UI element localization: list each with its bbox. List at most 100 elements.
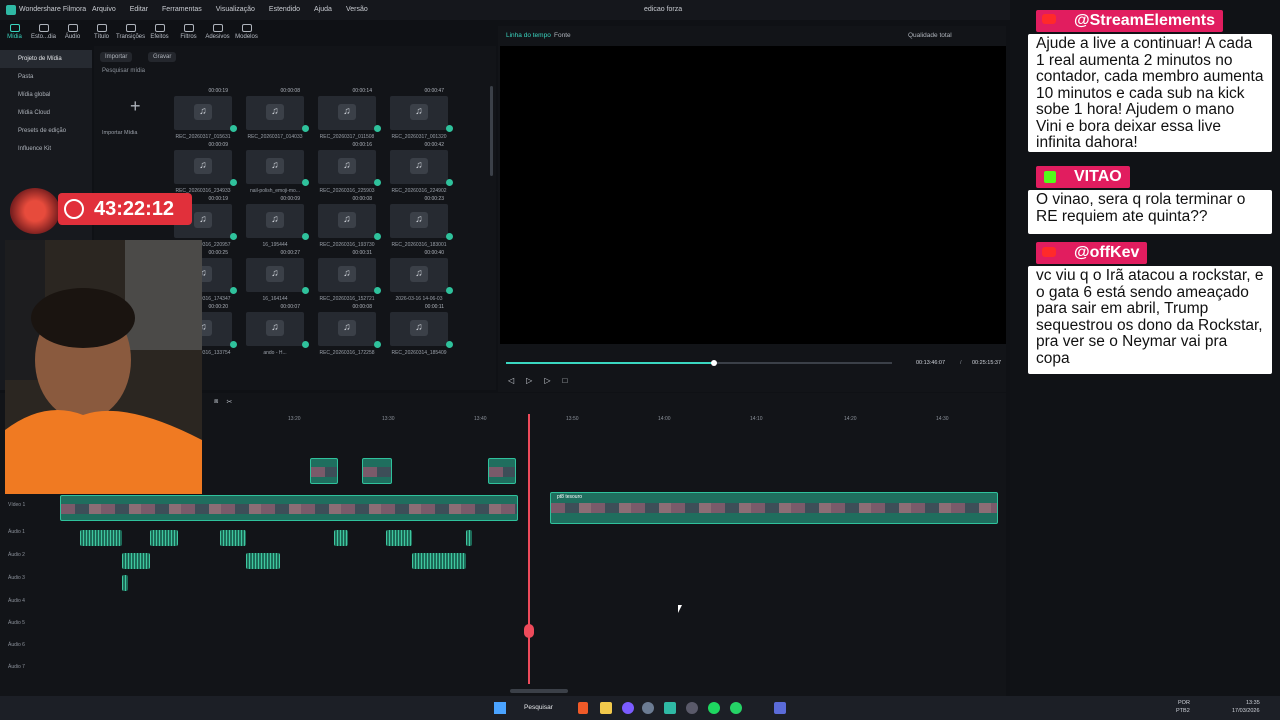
media-thumbnail[interactable]: ♫ 00:00:19 bbox=[174, 88, 237, 132]
audio-file-icon: ♫ bbox=[194, 158, 212, 174]
menu-ajuda[interactable]: Ajuda bbox=[314, 6, 332, 13]
brave-icon[interactable] bbox=[578, 702, 588, 714]
filmora-taskbar-icon[interactable] bbox=[664, 702, 676, 714]
play-icon[interactable]: ▷ bbox=[544, 376, 550, 385]
audio-clip[interactable] bbox=[220, 530, 246, 546]
tab-filtros[interactable]: Filtros bbox=[174, 20, 203, 46]
tab-modelos[interactable]: Modelos bbox=[232, 20, 261, 46]
media-thumbnail[interactable]: ♫ 00:00:31 bbox=[318, 250, 381, 294]
media-duration: 00:00:09 bbox=[208, 142, 228, 148]
taskbar-search[interactable]: Pesquisar bbox=[524, 704, 553, 711]
ruler-tick-label: 14:30 bbox=[936, 416, 949, 422]
sidebar-item-projeto[interactable]: Projeto de Mídia bbox=[0, 50, 92, 68]
media-filename: REC_20260316_152721 bbox=[319, 296, 375, 302]
tab-efeitos[interactable]: Efeitos bbox=[145, 20, 174, 46]
sidebar-item-pasta[interactable]: Pasta bbox=[0, 68, 92, 86]
video-clip-main[interactable]: pt8 tesouro bbox=[550, 492, 998, 524]
media-thumbnail[interactable]: ♫ 00:00:08 bbox=[318, 196, 381, 240]
media-thumbnail[interactable]: ♫ 00:00:08 bbox=[318, 304, 381, 348]
tab-estoque[interactable]: Esto...dia bbox=[29, 20, 58, 46]
video-clip-overlay[interactable] bbox=[310, 458, 338, 484]
audio-clip[interactable] bbox=[150, 530, 178, 546]
tab-midia[interactable]: Mídia bbox=[0, 20, 29, 46]
crop-icon[interactable]: ⧈ bbox=[214, 398, 218, 412]
track-label-audio2: Áudio 2 bbox=[8, 552, 25, 558]
audio-clip[interactable] bbox=[80, 530, 122, 546]
audio-clip[interactable] bbox=[334, 530, 348, 546]
menu-editar[interactable]: Editar bbox=[130, 6, 148, 13]
frame-back-icon[interactable]: ▷ bbox=[526, 376, 532, 385]
cut-icon[interactable]: ✂ bbox=[226, 398, 232, 412]
tab-audio[interactable]: Áudio bbox=[58, 20, 87, 46]
tab-linha-do-tempo[interactable]: Linha do tempo bbox=[506, 32, 551, 39]
discord-icon[interactable] bbox=[622, 702, 634, 714]
playhead[interactable] bbox=[528, 414, 530, 684]
preview-progress-track[interactable] bbox=[506, 360, 892, 366]
step-back-icon[interactable]: ◁ bbox=[508, 376, 514, 385]
media-filename: REC_20260314_185409 bbox=[391, 350, 447, 356]
media-thumbnail[interactable]: ♫ 00:00:08 bbox=[246, 88, 309, 132]
steam-icon[interactable] bbox=[642, 702, 654, 714]
timeline-toolbar: ⧈ ✂ bbox=[200, 398, 1000, 412]
folder-icon[interactable] bbox=[600, 702, 612, 714]
media-thumbnail[interactable]: ♫ 00:00:47 bbox=[390, 88, 453, 132]
menu-ferramentas[interactable]: Ferramentas bbox=[162, 6, 202, 13]
quality-select[interactable]: Qualidade total bbox=[908, 32, 952, 39]
audio-clip[interactable] bbox=[386, 530, 412, 546]
keyboard-language[interactable]: POR bbox=[1178, 700, 1190, 706]
playhead-handle[interactable] bbox=[524, 624, 534, 638]
windows-start-icon[interactable] bbox=[494, 702, 506, 714]
media-thumbnail[interactable]: ♫ 00:00:42 bbox=[390, 142, 453, 186]
record-button[interactable]: Gravar bbox=[148, 52, 177, 62]
keyboard-layout[interactable]: PTB2 bbox=[1176, 708, 1190, 714]
media-thumbnail[interactable]: ♫ 00:00:09 bbox=[174, 142, 237, 186]
media-thumbnail[interactable]: ♫ 00:00:11 bbox=[390, 304, 453, 348]
stop-icon[interactable]: □ bbox=[562, 376, 567, 385]
video-clip-overlay[interactable] bbox=[362, 458, 392, 484]
whatsapp-icon[interactable] bbox=[730, 702, 742, 714]
media-thumbnail[interactable]: ♫ 00:00:07 bbox=[246, 304, 309, 348]
media-duration: 00:00:08 bbox=[352, 304, 372, 310]
sidebar-item-influence-kit[interactable]: Influence Kit bbox=[0, 140, 92, 158]
obs-icon[interactable] bbox=[686, 702, 698, 714]
clock-date[interactable]: 17/03/2026 bbox=[1232, 708, 1260, 714]
menu-arquivo[interactable]: Arquivo bbox=[92, 6, 116, 13]
media-thumbnail[interactable]: ♫ 00:00:23 bbox=[390, 196, 453, 240]
menu-estendido[interactable]: Estendido bbox=[269, 6, 300, 13]
check-icon bbox=[230, 125, 237, 132]
tab-label: Modelos bbox=[235, 34, 258, 40]
import-button[interactable]: Importar bbox=[100, 52, 133, 62]
tab-transicoes[interactable]: Transições bbox=[116, 20, 145, 46]
audio-clip[interactable] bbox=[246, 553, 280, 569]
media-duration: 00:00:27 bbox=[280, 250, 300, 256]
ruler-tick-label: 13:30 bbox=[382, 416, 395, 422]
audio-clip[interactable] bbox=[412, 553, 466, 569]
tab-adesivos[interactable]: Adesivos bbox=[203, 20, 232, 46]
search-input[interactable]: Pesquisar mídia bbox=[102, 68, 145, 74]
tab-titulo[interactable]: Título bbox=[87, 20, 116, 46]
video-clip-group[interactable] bbox=[60, 495, 518, 521]
audio-clip[interactable] bbox=[122, 575, 128, 591]
plus-icon[interactable]: + bbox=[130, 96, 141, 117]
media-scrollbar[interactable] bbox=[490, 86, 493, 176]
media-thumbnail[interactable]: ♫ 00:00:40 bbox=[390, 250, 453, 294]
sidebar-item-midia-global[interactable]: Mídia global bbox=[0, 86, 92, 104]
media-thumbnail[interactable]: ♫ 00:00:14 bbox=[318, 88, 381, 132]
menu-visualizacao[interactable]: Visualização bbox=[216, 6, 255, 13]
timeline-scrollbar[interactable] bbox=[510, 689, 568, 693]
tab-fonte[interactable]: Fonte bbox=[554, 32, 571, 39]
clock-time[interactable]: 13:35 bbox=[1246, 700, 1260, 706]
sidebar-item-presets[interactable]: Presets de edição bbox=[0, 122, 92, 140]
spotify-icon[interactable] bbox=[708, 702, 720, 714]
media-thumbnail[interactable]: ♫ bbox=[246, 150, 309, 186]
audio-clip[interactable] bbox=[122, 553, 150, 569]
media-thumbnail[interactable]: ♫ 00:00:27 bbox=[246, 250, 309, 294]
media-thumbnail[interactable]: ♫ 00:00:09 bbox=[246, 196, 309, 240]
app-icon[interactable] bbox=[774, 702, 786, 714]
menu-versao[interactable]: Versão bbox=[346, 6, 368, 13]
track-label-video1: Vídeo 1 bbox=[8, 502, 26, 508]
media-thumbnail[interactable]: ♫ 00:00:16 bbox=[318, 142, 381, 186]
audio-clip[interactable] bbox=[466, 530, 472, 546]
video-clip-overlay[interactable] bbox=[488, 458, 516, 484]
sidebar-item-midia-cloud[interactable]: Mídia Cloud bbox=[0, 104, 92, 122]
